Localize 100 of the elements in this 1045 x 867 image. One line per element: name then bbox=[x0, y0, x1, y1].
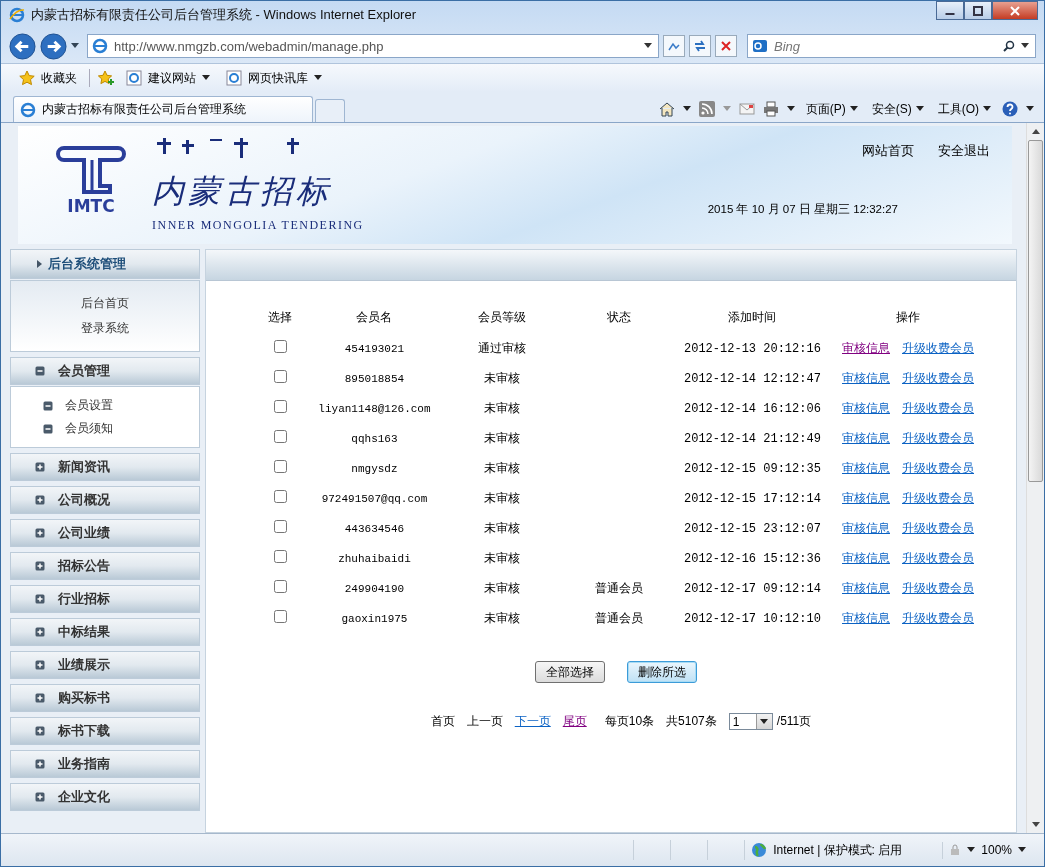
action-link[interactable]: 审核信息 bbox=[842, 550, 890, 565]
form-button[interactable]: 删除所选 bbox=[627, 661, 697, 683]
action-link[interactable]: 审核信息 bbox=[842, 370, 890, 385]
table-cell: 未审核 bbox=[483, 400, 520, 415]
forward-icon[interactable] bbox=[40, 32, 67, 60]
row-checkbox[interactable] bbox=[273, 580, 287, 593]
action-link[interactable]: 升级收费会员 bbox=[902, 490, 974, 505]
header-link[interactable]: 安全退出 bbox=[938, 142, 990, 160]
dropdown-arrow-icon[interactable] bbox=[682, 106, 691, 112]
row-checkbox[interactable] bbox=[273, 550, 287, 563]
action-link[interactable]: 审核信息 bbox=[842, 580, 890, 595]
stop-icon[interactable] bbox=[715, 35, 737, 57]
pagination-link[interactable]: 尾页 bbox=[562, 713, 587, 730]
row-checkbox[interactable] bbox=[273, 400, 287, 413]
favorites-button[interactable]: 收藏夹 bbox=[15, 69, 81, 87]
action-link[interactable]: 升级收费会员 bbox=[902, 550, 974, 565]
pagination-label[interactable]: 上一页 bbox=[466, 713, 503, 730]
pagination-label[interactable]: 首页 bbox=[430, 713, 455, 730]
sidebar-group[interactable]: 企业文化 bbox=[10, 783, 200, 811]
back-icon[interactable] bbox=[9, 32, 36, 60]
dropdown-arrow-icon[interactable] bbox=[786, 106, 795, 112]
compatibility-view-icon[interactable] bbox=[663, 35, 685, 57]
action-link[interactable]: 审核信息 bbox=[842, 610, 890, 625]
mail-icon[interactable] bbox=[738, 101, 755, 117]
sidebar-group[interactable]: 购买标书 bbox=[10, 684, 200, 712]
sidebar-link[interactable]: 登录系统 bbox=[81, 320, 129, 337]
action-link[interactable]: 审核信息 bbox=[842, 520, 890, 535]
table-cell: 2012-12-17 10:12:10 bbox=[684, 611, 821, 626]
plus-icon bbox=[35, 693, 45, 703]
home-icon[interactable] bbox=[658, 101, 675, 117]
scrollbar[interactable] bbox=[1026, 123, 1044, 833]
row-checkbox[interactable] bbox=[273, 370, 287, 383]
dropdown-arrow-icon[interactable] bbox=[1026, 106, 1034, 112]
plus-icon bbox=[35, 726, 45, 736]
action-link[interactable]: 升级收费会员 bbox=[902, 430, 974, 445]
sidebar-group[interactable]: 会员管理 bbox=[10, 357, 200, 385]
sidebar-group[interactable]: 业务指南 bbox=[10, 750, 200, 778]
favorites-bar-menu[interactable]: 网页快讯库 bbox=[222, 69, 326, 87]
row-checkbox[interactable] bbox=[273, 460, 287, 473]
form-button[interactable]: 全部选择 bbox=[535, 661, 605, 683]
dropdown-arrow-icon[interactable] bbox=[644, 43, 652, 49]
maximize-button[interactable] bbox=[964, 1, 992, 20]
dropdown-arrow-icon[interactable] bbox=[1018, 847, 1026, 853]
pagination-link[interactable]: 下一页 bbox=[514, 713, 551, 730]
action-link[interactable]: 审核信息 bbox=[842, 490, 890, 505]
row-checkbox[interactable] bbox=[273, 610, 287, 623]
action-link[interactable]: 审核信息 bbox=[842, 460, 890, 475]
action-link[interactable]: 升级收费会员 bbox=[902, 520, 974, 535]
favorites-bar-menu[interactable]: 建议网站 bbox=[122, 69, 214, 87]
dropdown-arrow-icon[interactable] bbox=[1021, 43, 1029, 49]
dropdown-arrow-icon[interactable] bbox=[967, 847, 976, 853]
sidebar-group[interactable]: 招标公告 bbox=[10, 552, 200, 580]
command-menu[interactable]: 安全(S) bbox=[868, 100, 927, 118]
help-icon[interactable] bbox=[1002, 101, 1018, 117]
action-link[interactable]: 审核信息 bbox=[842, 430, 890, 445]
refresh-icon[interactable] bbox=[689, 35, 711, 57]
action-link[interactable]: 升级收费会员 bbox=[902, 460, 974, 475]
add-to-favorites-icon[interactable] bbox=[98, 70, 114, 86]
action-link[interactable]: 升级收费会员 bbox=[902, 340, 974, 355]
page-select[interactable]: 1 bbox=[728, 713, 773, 730]
scroll-down-arrow-icon[interactable] bbox=[1031, 821, 1040, 828]
sidebar-link[interactable]: 后台首页 bbox=[81, 295, 129, 312]
command-menu[interactable]: 页面(P) bbox=[802, 100, 861, 118]
print-icon[interactable] bbox=[762, 101, 779, 117]
minimize-icon bbox=[945, 12, 955, 15]
submenu-link[interactable]: 会员设置 bbox=[65, 397, 113, 414]
feed-icon[interactable] bbox=[698, 101, 715, 117]
zoom-level[interactable]: 100% bbox=[981, 843, 1012, 857]
action-link[interactable]: 升级收费会员 bbox=[902, 400, 974, 415]
minimize-button[interactable] bbox=[936, 1, 964, 20]
action-link[interactable]: 升级收费会员 bbox=[902, 580, 974, 595]
sidebar-group[interactable]: 行业招标 bbox=[10, 585, 200, 613]
row-checkbox[interactable] bbox=[273, 430, 287, 443]
row-checkbox[interactable] bbox=[273, 340, 287, 353]
action-link[interactable]: 审核信息 bbox=[842, 400, 890, 415]
sidebar-group[interactable]: 新闻资讯 bbox=[10, 453, 200, 481]
sidebar-group[interactable]: 中标结果 bbox=[10, 618, 200, 646]
scroll-up-arrow-icon[interactable] bbox=[1031, 128, 1040, 135]
search-field[interactable]: Bing bbox=[747, 34, 1036, 58]
table-cell: 未审核 bbox=[483, 550, 520, 565]
dropdown-arrow-icon[interactable] bbox=[71, 43, 79, 49]
header-link[interactable]: 网站首页 bbox=[862, 142, 914, 160]
sidebar-group[interactable]: 标书下载 bbox=[10, 717, 200, 745]
submenu-link[interactable]: 会员须知 bbox=[65, 420, 113, 437]
sidebar-group[interactable]: 公司概况 bbox=[10, 486, 200, 514]
command-menu[interactable]: 工具(O) bbox=[934, 100, 994, 118]
action-link[interactable]: 审核信息 bbox=[842, 340, 890, 355]
browser-tab[interactable]: 内蒙古招标有限责任公司后台管理系统 bbox=[13, 96, 313, 122]
sidebar-group[interactable]: 公司业绩 bbox=[10, 519, 200, 547]
search-icon[interactable] bbox=[1003, 40, 1015, 52]
action-link[interactable]: 升级收费会员 bbox=[902, 610, 974, 625]
row-checkbox[interactable] bbox=[273, 490, 287, 503]
close-button[interactable] bbox=[992, 1, 1038, 20]
address-field[interactable]: http://www.nmgzb.com/webadmin/manage.php bbox=[87, 34, 659, 58]
row-checkbox[interactable] bbox=[273, 520, 287, 533]
sidebar-group[interactable]: 业绩展示 bbox=[10, 651, 200, 679]
dropdown-arrow-icon bbox=[915, 106, 924, 112]
action-link[interactable]: 升级收费会员 bbox=[902, 370, 974, 385]
dropdown-arrow-icon bbox=[983, 106, 991, 112]
minus-icon bbox=[43, 423, 53, 434]
